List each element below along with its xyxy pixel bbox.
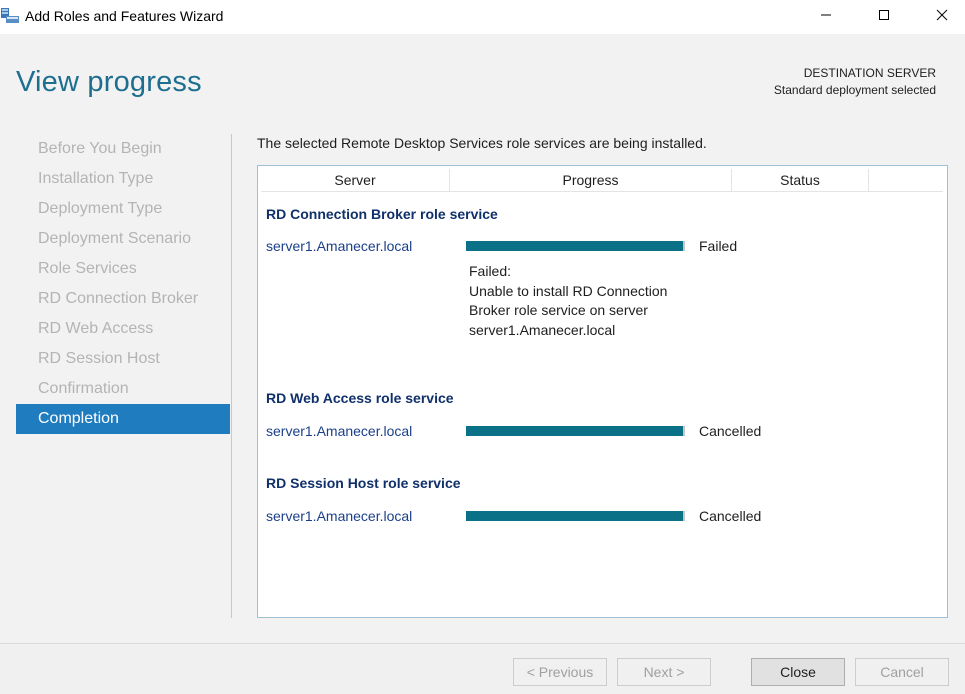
server-manager-icon (0, 7, 20, 25)
window-title: Add Roles and Features Wizard (25, 8, 224, 24)
minimize-icon (820, 8, 832, 26)
group-title-rd-connection-broker: RD Connection Broker role service (266, 206, 498, 222)
group-title-rd-session-host: RD Session Host role service (266, 475, 461, 491)
sidebar-item-completion[interactable]: Completion (16, 404, 230, 434)
group-title-rd-web-access: RD Web Access role service (266, 390, 454, 406)
sidebar-item-deployment-type[interactable]: Deployment Type (16, 194, 230, 224)
status-text: Failed (699, 238, 738, 254)
status-text: Cancelled (699, 508, 762, 524)
results-panel: Server Progress Status RD Connection Bro… (257, 165, 948, 618)
failure-detail-line: server1.Amanecer.local (469, 321, 616, 338)
wizard-footer: < Previous Next > Close Cancel (0, 643, 965, 694)
sidebar-item-confirmation[interactable]: Confirmation (16, 374, 230, 404)
progress-fill (466, 241, 683, 251)
failure-detail-line: Unable to install RD Connection (469, 282, 668, 299)
progress-fill (466, 511, 683, 521)
sidebar-item-rd-web-access[interactable]: RD Web Access (16, 314, 230, 344)
column-header-progress[interactable]: Progress (450, 169, 732, 192)
progress-bar (466, 511, 685, 521)
next-button[interactable]: Next > (617, 658, 711, 686)
close-window-button[interactable] (919, 0, 965, 34)
title-bar: Add Roles and Features Wizard (0, 0, 965, 34)
maximize-button[interactable] (861, 0, 907, 34)
progress-fill (466, 426, 683, 436)
server-name[interactable]: server1.Amanecer.local (266, 423, 412, 439)
failure-detail-line: Broker role service on server (469, 302, 648, 318)
failure-detail: Failed: Unable to install RD Connection … (469, 262, 709, 340)
minimize-button[interactable] (803, 0, 849, 34)
progress-bar (466, 241, 685, 251)
close-icon (936, 8, 948, 26)
maximize-icon (878, 8, 890, 26)
sidebar-item-installation-type[interactable]: Installation Type (16, 164, 230, 194)
page-title: View progress (16, 66, 202, 98)
sidebar-item-deployment-scenario[interactable]: Deployment Scenario (16, 224, 230, 254)
progress-bar (466, 426, 685, 436)
destination-server-label: DESTINATION SERVER (803, 66, 936, 80)
destination-server-value: Standard deployment selected (773, 83, 936, 97)
column-header-server[interactable]: Server (261, 169, 450, 192)
cancel-button[interactable]: Cancel (855, 658, 949, 686)
failure-detail-line: Failed: (469, 263, 512, 279)
column-header-status[interactable]: Status (732, 169, 869, 192)
server-name[interactable]: server1.Amanecer.local (266, 508, 412, 524)
wizard-steps-nav: Before You Begin Installation Type Deplo… (16, 134, 230, 434)
close-button[interactable]: Close (751, 658, 845, 686)
column-header-filler (869, 169, 943, 192)
server-name[interactable]: server1.Amanecer.local (266, 238, 412, 254)
status-text: Cancelled (699, 423, 762, 439)
sidebar-item-rd-connection-broker[interactable]: RD Connection Broker (16, 284, 230, 314)
sidebar-item-rd-session-host[interactable]: RD Session Host (16, 344, 230, 374)
intro-text: The selected Remote Desktop Services rol… (257, 135, 707, 151)
sidebar-item-role-services[interactable]: Role Services (16, 254, 230, 284)
sidebar-item-before-you-begin[interactable]: Before You Begin (16, 134, 230, 164)
previous-button[interactable]: < Previous (513, 658, 607, 686)
sidebar-divider (231, 134, 232, 618)
